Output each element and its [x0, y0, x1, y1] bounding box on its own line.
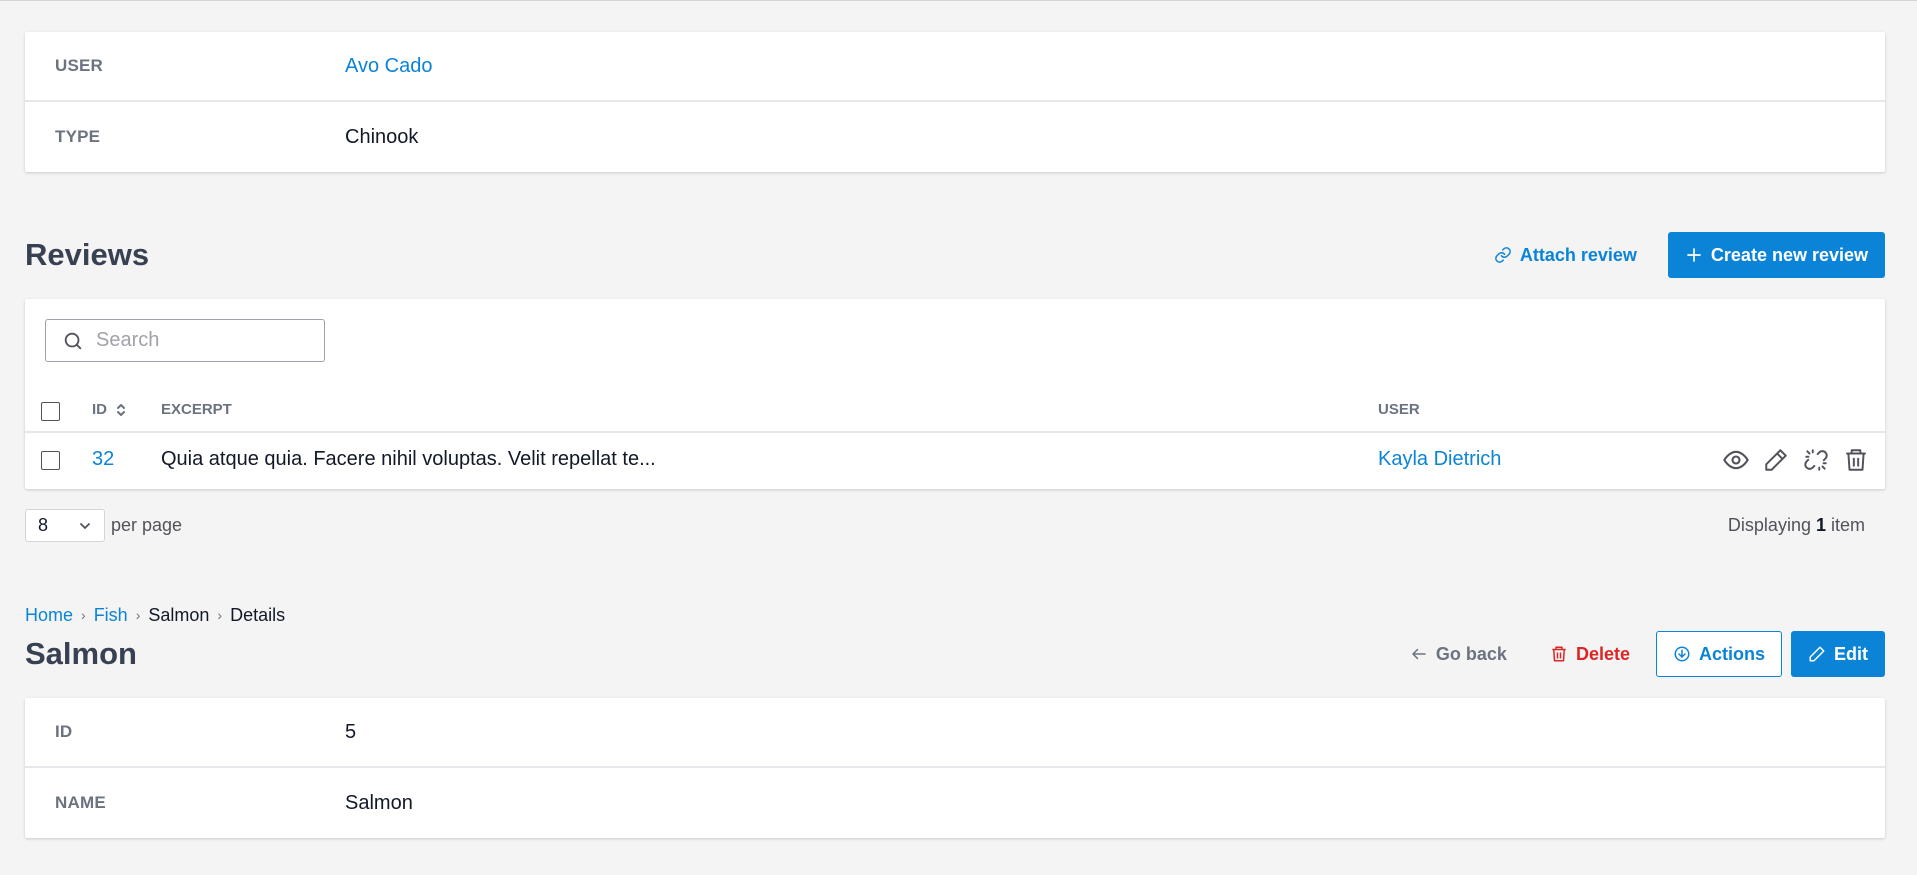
go-back-label: Go back — [1435, 643, 1507, 664]
row-user-link[interactable]: Kayla Dietrich — [1378, 448, 1501, 471]
arrow-down-circle-icon — [1674, 646, 1690, 662]
field-label: ID — [55, 722, 73, 741]
per-page-value: 8 — [38, 515, 49, 535]
row-excerpt: Quia atque quia. Facere nihil voluptas. … — [161, 448, 656, 470]
reviews-title: Reviews — [25, 237, 150, 272]
user-column-header: USER — [1378, 401, 1420, 418]
display-count: Displaying 1 item — [1728, 515, 1885, 536]
field-label: NAME — [55, 793, 106, 812]
edit-button[interactable]: Edit — [1791, 631, 1885, 677]
detail-row-user: USER Avo Cado — [25, 32, 1885, 102]
id-column-header[interactable]: ID — [92, 401, 127, 418]
chevron-down-icon — [80, 522, 90, 529]
breadcrumb-details: Details — [230, 604, 286, 625]
attach-review-label: Attach review — [1519, 244, 1637, 265]
breadcrumb-home[interactable]: Home — [25, 605, 73, 626]
actions-label: Actions — [1698, 643, 1765, 664]
detach-button[interactable] — [1802, 446, 1830, 474]
excerpt-column-header: EXCERPT — [161, 401, 232, 418]
unlink-icon — [1804, 449, 1828, 471]
id-header-label: ID — [92, 401, 107, 418]
display-count-value: 1 — [1815, 515, 1826, 535]
user-link[interactable]: Avo Cado — [345, 55, 432, 78]
breadcrumb: Home › Fish › Salmon › Details — [25, 603, 1885, 627]
go-back-button[interactable]: Go back — [1393, 631, 1524, 677]
reviews-header: Reviews Attach review Create new review — [25, 232, 1885, 278]
field-value: Salmon — [345, 791, 413, 814]
delete-label: Delete — [1575, 643, 1630, 664]
plus-icon — [1687, 248, 1701, 262]
search-field[interactable] — [45, 319, 325, 362]
sort-icon — [117, 403, 125, 416]
select-all-checkbox[interactable] — [41, 402, 60, 421]
per-page-select[interactable]: 8 — [25, 509, 105, 542]
salmon-detail-panel: ID 5 NAME Salmon — [25, 698, 1885, 838]
row-actions — [1722, 446, 1870, 474]
field-value: Chinook — [345, 125, 419, 148]
row-checkbox[interactable] — [41, 451, 60, 470]
table-row: 32 Quia atque quia. Facere nihil volupta… — [25, 433, 1885, 489]
trash-icon — [1846, 449, 1866, 471]
chevron-right-icon: › — [135, 607, 141, 623]
breadcrumb-fish[interactable]: Fish — [94, 605, 128, 626]
delete-row-button[interactable] — [1842, 446, 1870, 474]
display-suffix: item — [1830, 515, 1865, 535]
page-title: Salmon — [25, 636, 137, 671]
pencil-icon — [1765, 449, 1787, 471]
edit-row-button[interactable] — [1762, 446, 1790, 474]
field-value: 5 — [345, 720, 357, 743]
edit-label: Edit — [1834, 643, 1868, 664]
chevron-right-icon: › — [217, 607, 223, 623]
top-divider — [0, 0, 1917, 1]
view-button[interactable] — [1722, 446, 1750, 474]
attach-review-button[interactable]: Attach review — [1477, 232, 1654, 278]
link-icon — [1495, 247, 1511, 263]
eye-icon — [1723, 450, 1749, 470]
trash-icon — [1552, 646, 1566, 662]
reviews-table: ID EXCERPT USER 32 Quia atque quia. Face… — [25, 299, 1885, 489]
detail-row-id: ID 5 — [25, 698, 1885, 768]
display-prefix: Displaying — [1727, 515, 1811, 535]
detail-row-name: NAME Salmon — [25, 768, 1885, 838]
delete-button[interactable]: Delete — [1533, 631, 1647, 677]
per-page-label: per page — [111, 515, 183, 535]
field-label: TYPE — [55, 127, 101, 146]
arrow-left-icon — [1412, 648, 1426, 660]
search-icon — [64, 332, 82, 349]
row-id-link[interactable]: 32 — [92, 448, 114, 471]
field-label: USER — [55, 56, 104, 75]
parent-detail-panel: USER Avo Cado TYPE Chinook — [25, 32, 1885, 172]
table-header: ID EXCERPT USER — [25, 387, 1885, 433]
detail-header: Salmon Go back Delete Actions Edit — [25, 631, 1885, 677]
detail-row-type: TYPE Chinook — [25, 102, 1885, 172]
breadcrumb-salmon: Salmon — [148, 604, 210, 625]
pagination-bar: 8 per page Displaying 1 item — [25, 509, 1885, 542]
create-review-button[interactable]: Create new review — [1667, 232, 1885, 278]
pencil-icon — [1809, 646, 1825, 662]
search-input[interactable] — [96, 329, 296, 352]
actions-button[interactable]: Actions — [1655, 631, 1782, 677]
chevron-right-icon: › — [81, 607, 86, 623]
create-review-label: Create new review — [1710, 244, 1868, 265]
